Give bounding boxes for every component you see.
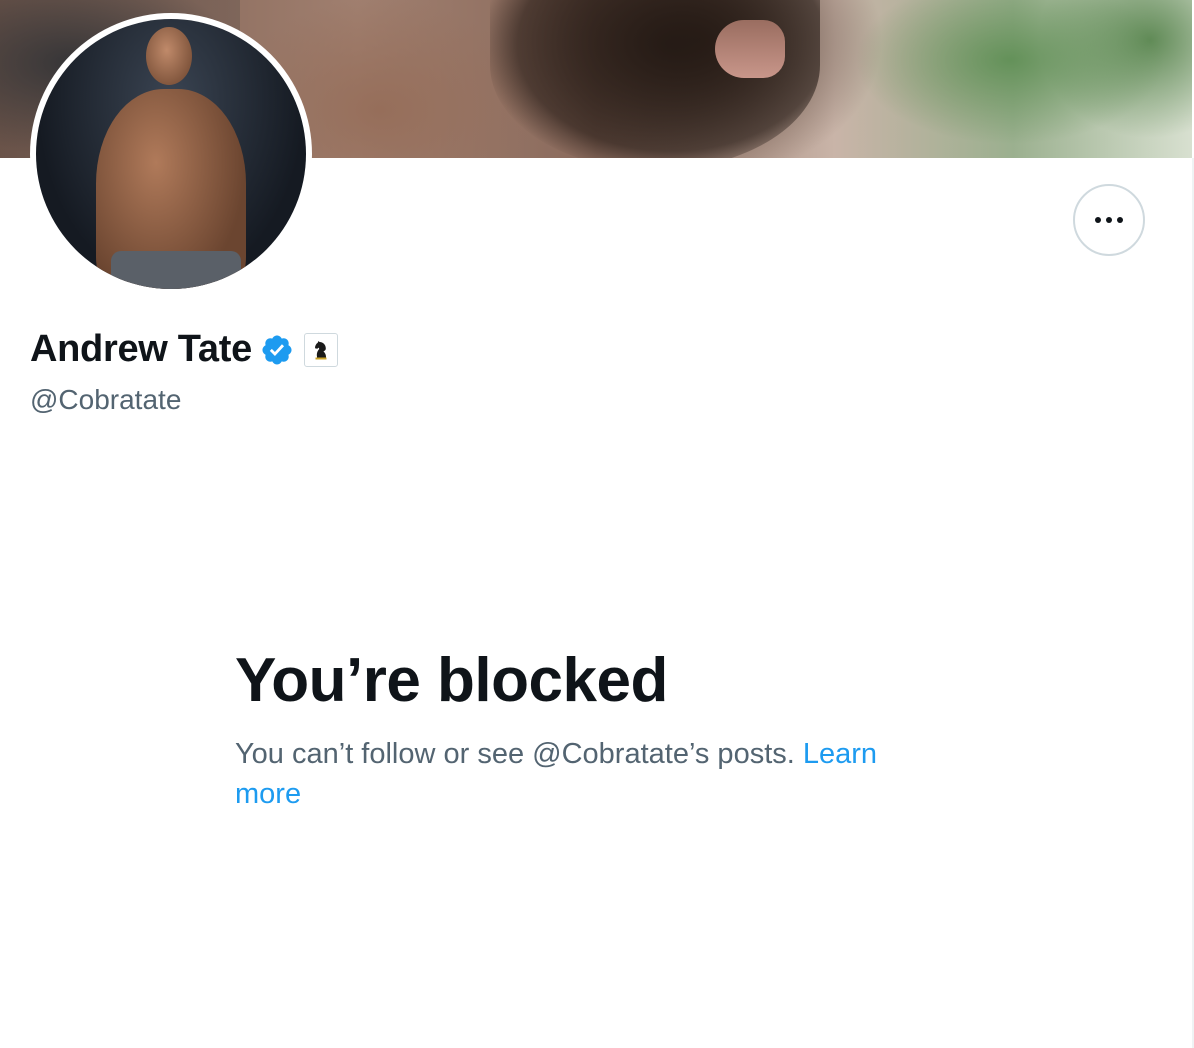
more-options-icon xyxy=(1095,217,1123,223)
profile-name-row: Andrew Tate xyxy=(30,328,338,371)
blocked-title: You’re blocked xyxy=(235,646,668,715)
profile-avatar[interactable] xyxy=(30,13,312,295)
more-options-button[interactable] xyxy=(1073,184,1145,256)
chess-knight-icon xyxy=(314,340,327,359)
display-name: Andrew Tate xyxy=(30,328,252,370)
blocked-message: You can’t follow or see @Cobratate’s pos… xyxy=(235,734,935,814)
blocked-message-text: You can’t follow or see @Cobratate’s pos… xyxy=(235,738,803,770)
banner-image-region xyxy=(715,20,785,78)
verified-badge-icon[interactable] xyxy=(260,333,294,367)
avatar-figure xyxy=(111,251,241,289)
avatar-image xyxy=(36,19,306,289)
affiliate-badge[interactable] xyxy=(303,332,338,367)
profile-handle: @Cobratate xyxy=(30,384,182,415)
avatar-figure xyxy=(146,27,192,85)
